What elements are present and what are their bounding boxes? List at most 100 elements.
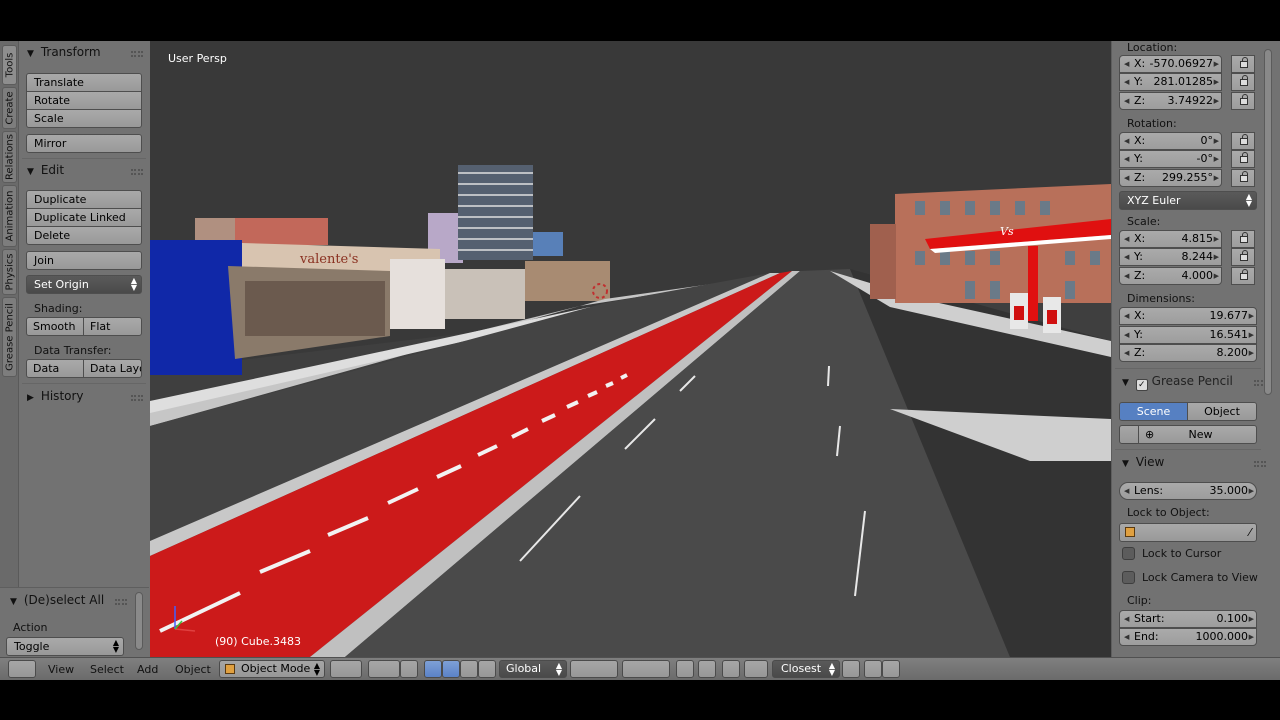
render-animation-icon[interactable] [882, 660, 900, 678]
snap-target-dropdown[interactable]: Closest ▲ ▼ [772, 660, 840, 678]
collapse-triangle-icon: ▼ [1122, 378, 1129, 388]
view-panel-header[interactable]: ▼ View [1122, 455, 1164, 469]
render-icon[interactable] [864, 660, 882, 678]
snap-icon[interactable] [722, 660, 740, 678]
proportional-edit-icon[interactable] [698, 660, 716, 678]
drag-grip-icon[interactable] [1254, 461, 1266, 467]
translate-manipulator-icon[interactable] [424, 660, 442, 678]
layers-grid-left[interactable] [570, 660, 618, 678]
rotation-x-field[interactable]: ◀ X: 0° ▶ [1119, 132, 1222, 150]
lock-icon[interactable] [1231, 267, 1255, 285]
updown-arrow-icon: ▲ ▼ [555, 661, 562, 677]
mode-dropdown[interactable]: Object Mode ▲ ▼ [219, 660, 325, 678]
eyedropper-icon[interactable]: ⁄ [1249, 524, 1251, 541]
grease-pencil-panel-header[interactable]: ▼ ✓ Grease Pencil [1122, 374, 1233, 391]
location-y-field[interactable]: ◀ Y: 281.01285 ▶ [1119, 73, 1222, 91]
divider [22, 158, 146, 159]
dimensions-x-field[interactable]: ◀ X: 19.677 ▶ [1119, 307, 1257, 325]
mirror-button[interactable]: Mirror [26, 134, 142, 153]
rotation-z-field[interactable]: ◀ Z: 299.255° ▶ [1119, 169, 1222, 187]
field-value: 0.100 [1216, 612, 1249, 625]
manipulator-toggle-icon[interactable] [400, 660, 418, 678]
pencil-icon[interactable] [1119, 425, 1139, 444]
scale-button[interactable]: Scale [26, 109, 142, 128]
rotation-mode-dropdown[interactable]: XYZ Euler ▲ ▼ [1119, 191, 1257, 210]
smooth-button[interactable]: Smooth [26, 317, 84, 336]
enable-checkbox[interactable]: ✓ [1135, 379, 1148, 391]
scale-z-field[interactable]: ◀ Z: 4.000 ▶ [1119, 267, 1222, 285]
rotate-manipulator-icon[interactable] [442, 660, 460, 678]
viewport-shading-icon[interactable] [330, 660, 362, 678]
action-dropdown[interactable]: Toggle ▲ ▼ [6, 637, 124, 656]
new-grease-pencil-button[interactable]: ⊕ New [1138, 425, 1257, 444]
drag-grip-icon[interactable] [131, 51, 143, 57]
translate-button[interactable]: Translate [26, 73, 142, 92]
transform-manipulator-icon[interactable] [478, 660, 496, 678]
rotation-y-field[interactable]: ◀ Y: -0° ▶ [1119, 150, 1222, 168]
drag-grip-icon[interactable] [131, 169, 143, 175]
lock-icon[interactable] [1231, 55, 1255, 73]
transform-panel-header[interactable]: ▼ Transform [27, 45, 101, 59]
menu-add[interactable]: Add [137, 663, 158, 676]
tab-tools[interactable]: Tools [2, 45, 17, 85]
tab-label: Animation [4, 190, 15, 242]
menu-view[interactable]: View [48, 663, 74, 676]
duplicate-button[interactable]: Duplicate [26, 190, 142, 209]
flat-button[interactable]: Flat [83, 317, 142, 336]
lock-to-cursor-checkbox[interactable] [1122, 547, 1135, 560]
data-transfer-button[interactable]: Data [26, 359, 84, 378]
snap-align-icon[interactable] [842, 660, 860, 678]
lock-icon[interactable] [1231, 92, 1255, 110]
lock-icon[interactable] [1231, 230, 1255, 248]
lock-icon[interactable] [1231, 73, 1255, 91]
edit-panel-header[interactable]: ▼ Edit [27, 163, 64, 177]
building [390, 259, 445, 329]
lens-field[interactable]: ◀ Lens: 35.000 ▶ [1119, 482, 1257, 500]
pivot-point-icon[interactable] [368, 660, 400, 678]
clip-end-field[interactable]: ◀ End: 1000.000 ▶ [1119, 628, 1257, 646]
drag-grip-icon[interactable] [115, 599, 127, 605]
scale-x-field[interactable]: ◀ X: 4.815 ▶ [1119, 230, 1222, 248]
duplicate-linked-button[interactable]: Duplicate Linked [26, 208, 142, 227]
tab-animation[interactable]: Animation [2, 185, 17, 247]
lock-icon[interactable] [1231, 248, 1255, 266]
clip-start-field[interactable]: ◀ Start: 0.100 ▶ [1119, 610, 1257, 628]
grease-pencil-object-tab[interactable]: Object [1187, 402, 1257, 421]
dropdown-label: Toggle [14, 640, 50, 653]
rotate-button[interactable]: Rotate [26, 91, 142, 110]
set-origin-dropdown[interactable]: Set Origin ▲ ▼ [26, 275, 142, 294]
location-x-field[interactable]: ◀ X: -570.06927 ▶ [1119, 55, 1222, 73]
scale-y-field[interactable]: ◀ Y: 8.244 ▶ [1119, 248, 1222, 266]
menu-select[interactable]: Select [90, 663, 124, 676]
grease-pencil-scene-tab[interactable]: Scene [1119, 402, 1188, 421]
layer-lock-icon[interactable] [676, 660, 694, 678]
tab-physics[interactable]: Physics [2, 249, 17, 295]
properties-scrollbar[interactable] [1264, 49, 1272, 395]
lock-object-field[interactable]: ⁄ [1119, 523, 1257, 542]
dimensions-z-field[interactable]: ◀ Z: 8.200 ▶ [1119, 344, 1257, 362]
3d-viewport[interactable]: valente's Vs User Persp (90) Cube.3483 [150, 41, 1111, 657]
tab-create[interactable]: Create [2, 87, 17, 129]
lock-icon[interactable] [1231, 150, 1255, 168]
operator-scrollbar[interactable] [135, 592, 143, 650]
operator-panel-header[interactable]: ▼ (De)select All [10, 593, 104, 607]
scale-manipulator-icon[interactable] [460, 660, 478, 678]
drag-grip-icon[interactable] [131, 395, 143, 401]
layers-grid-right[interactable] [622, 660, 670, 678]
orientation-dropdown[interactable]: Global ▲ ▼ [499, 660, 567, 678]
dimensions-y-field[interactable]: ◀ Y: 16.541 ▶ [1119, 326, 1257, 344]
data-layout-transfer-button[interactable]: Data Layo [83, 359, 142, 378]
editor-type-icon[interactable] [8, 660, 36, 678]
lock-icon[interactable] [1231, 169, 1255, 187]
delete-button[interactable]: Delete [26, 226, 142, 245]
tab-grease-pencil[interactable]: Grease Pencil [2, 297, 17, 377]
menu-object[interactable]: Object [175, 663, 211, 676]
snap-element-icon[interactable] [744, 660, 768, 678]
lock-icon[interactable] [1231, 132, 1255, 150]
join-button[interactable]: Join [26, 251, 142, 270]
tab-relations[interactable]: Relations [2, 131, 17, 183]
field-label: Lens: [1134, 484, 1164, 497]
location-z-field[interactable]: ◀ Z: 3.74922 ▶ [1119, 92, 1222, 110]
history-panel-header[interactable]: ▶ History [27, 389, 84, 403]
lock-camera-checkbox[interactable] [1122, 571, 1135, 584]
